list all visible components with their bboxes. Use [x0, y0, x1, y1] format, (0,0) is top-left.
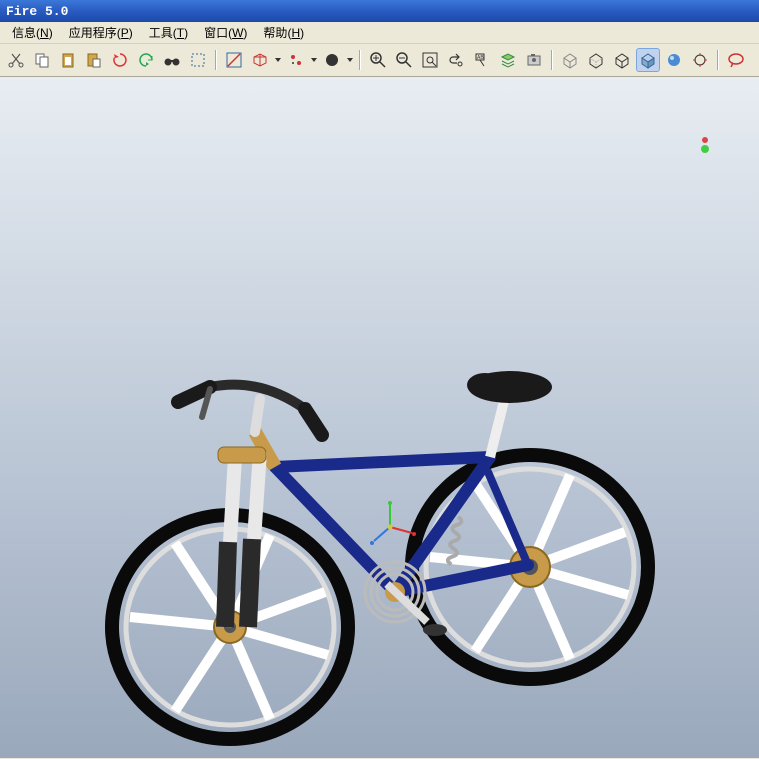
undo-icon [137, 51, 155, 69]
menu-window[interactable]: 窗口(W) [196, 22, 255, 43]
image-button[interactable] [522, 48, 546, 72]
coord-sys-button[interactable] [320, 48, 344, 72]
datum-plane-icon [251, 51, 269, 69]
toolbar-group-misc [724, 48, 754, 72]
layers-button[interactable] [496, 48, 520, 72]
redraw-icon [447, 51, 465, 69]
annotate-button[interactable]: AB [470, 48, 494, 72]
no-hidden-icon [613, 51, 631, 69]
no-hidden-button[interactable] [610, 48, 634, 72]
annotate2-icon [727, 51, 745, 69]
redraw-button[interactable] [444, 48, 468, 72]
coord-sys-icon [323, 51, 341, 69]
status-light-green [701, 145, 709, 153]
menu-tools[interactable]: 工具(T) [141, 22, 196, 43]
camera-icon [525, 51, 543, 69]
shaded-edges-button[interactable] [636, 48, 660, 72]
fit-window-icon [421, 51, 439, 69]
select-button[interactable] [186, 48, 210, 72]
hidden-line-button[interactable] [584, 48, 608, 72]
toolbar-group-datum [222, 48, 360, 72]
toolbar: AB [0, 44, 759, 77]
menu-app[interactable]: 应用程序(P) [61, 22, 141, 43]
zoom-in-button[interactable] [366, 48, 390, 72]
title-bar: Fire 5.0 [0, 0, 759, 22]
coord-dropdown[interactable] [346, 58, 354, 62]
menu-bar: 信息(N) 应用程序(P) 工具(T) 窗口(W) 帮助(H) [0, 22, 759, 44]
viewport-3d[interactable] [0, 77, 759, 758]
regenerate-icon [111, 51, 129, 69]
cut-button[interactable] [4, 48, 28, 72]
undo-button[interactable] [134, 48, 158, 72]
app-title: Fire 5.0 [6, 4, 68, 19]
regenerate-button[interactable] [108, 48, 132, 72]
axis-display-icon [225, 51, 243, 69]
hidden-line-icon [587, 51, 605, 69]
menu-help[interactable]: 帮助(H) [255, 22, 312, 43]
toolbar-group-display [558, 48, 718, 72]
find-button[interactable] [160, 48, 184, 72]
point-display-icon [287, 51, 305, 69]
datum-dropdown[interactable] [274, 58, 282, 62]
cut-icon [7, 51, 25, 69]
copy-icon [33, 51, 51, 69]
shaded-edges-icon [639, 51, 657, 69]
shaded-icon [665, 51, 683, 69]
bicycle-model [60, 327, 700, 747]
status-indicator [701, 137, 709, 153]
wireframe-button[interactable] [558, 48, 582, 72]
zoom-in-icon [369, 51, 387, 69]
copy-button[interactable] [30, 48, 54, 72]
annotate-icon: AB [473, 51, 491, 69]
point-dropdown[interactable] [310, 58, 318, 62]
binoculars-icon [163, 51, 181, 69]
layers-icon [499, 51, 517, 69]
select-icon [189, 51, 207, 69]
zoom-out-icon [395, 51, 413, 69]
view-orient-button[interactable] [688, 48, 712, 72]
zoom-out-button[interactable] [392, 48, 416, 72]
toolbar-group-edit [4, 48, 216, 72]
wireframe-icon [561, 51, 579, 69]
toolbar-group-view: AB [366, 48, 552, 72]
shaded-button[interactable] [662, 48, 686, 72]
paste-button[interactable] [56, 48, 80, 72]
axis-display-button[interactable] [222, 48, 246, 72]
paste-special-icon [85, 51, 103, 69]
menu-info[interactable]: 信息(N) [4, 22, 61, 43]
datum-plane-button[interactable] [248, 48, 272, 72]
fit-window-button[interactable] [418, 48, 442, 72]
annotate2-button[interactable] [724, 48, 748, 72]
paste-icon [59, 51, 77, 69]
view-orient-icon [691, 51, 709, 69]
status-light-red [702, 137, 708, 143]
paste-special-button[interactable] [82, 48, 106, 72]
point-display-button[interactable] [284, 48, 308, 72]
